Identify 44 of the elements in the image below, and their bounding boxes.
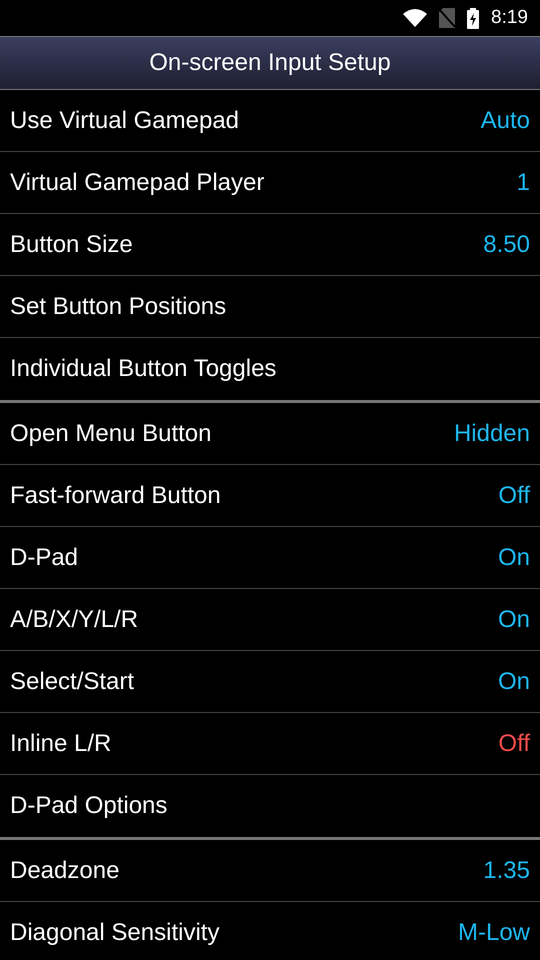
- setting-label: Open Menu Button: [10, 420, 212, 448]
- setting-value: Hidden: [454, 420, 530, 448]
- setting-value: On: [498, 668, 530, 696]
- setting-value: 1: [516, 168, 530, 196]
- settings-row[interactable]: Select/Start On: [0, 651, 540, 713]
- setting-label: A/B/X/Y/L/R: [10, 606, 138, 634]
- setting-label: Virtual Gamepad Player: [10, 168, 264, 196]
- status-time: 8:19: [491, 7, 528, 29]
- settings-row[interactable]: Virtual Gamepad Player 1: [0, 152, 540, 214]
- settings-row[interactable]: Fast-forward Button Off: [0, 465, 540, 527]
- setting-value: 1.35: [483, 856, 530, 884]
- setting-label: Deadzone: [10, 856, 120, 884]
- setting-label: Individual Button Toggles: [10, 355, 276, 383]
- setting-value: Auto: [480, 106, 530, 134]
- setting-value: M-Low: [458, 919, 530, 947]
- settings-row[interactable]: Inline L/R Off: [0, 713, 540, 775]
- settings-row[interactable]: Button Size 8.50: [0, 214, 540, 276]
- wifi-icon: [403, 9, 428, 27]
- setting-value: 8.50: [483, 230, 530, 258]
- setting-value: Off: [498, 730, 530, 758]
- setting-label: Diagonal Sensitivity: [10, 919, 220, 947]
- setting-label: Button Size: [10, 230, 133, 258]
- setting-value: On: [498, 544, 530, 572]
- settings-row[interactable]: Diagonal Sensitivity M-Low: [0, 902, 540, 960]
- setting-label: D-Pad Options: [10, 792, 168, 820]
- setting-value: On: [498, 606, 530, 634]
- no-sim-icon: [439, 8, 456, 28]
- setting-label: D-Pad: [10, 544, 78, 572]
- settings-row[interactable]: Use Virtual Gamepad Auto: [0, 90, 540, 152]
- settings-row[interactable]: D-Pad Options: [0, 775, 540, 837]
- setting-label: Inline L/R: [10, 730, 112, 758]
- settings-row[interactable]: Set Button Positions: [0, 276, 540, 338]
- setting-label: Select/Start: [10, 668, 134, 696]
- settings-row[interactable]: Open Menu Button Hidden: [0, 403, 540, 465]
- setting-label: Fast-forward Button: [10, 482, 221, 510]
- settings-row[interactable]: Individual Button Toggles: [0, 338, 540, 400]
- battery-charging-icon: [467, 8, 480, 28]
- settings-row[interactable]: Deadzone 1.35: [0, 840, 540, 902]
- settings-row[interactable]: A/B/X/Y/L/R On: [0, 589, 540, 651]
- screen-title: On-screen Input Setup: [149, 49, 391, 77]
- setting-label: Set Button Positions: [10, 292, 226, 320]
- setting-label: Use Virtual Gamepad: [10, 106, 240, 134]
- setting-value: Off: [498, 482, 530, 510]
- settings-row[interactable]: D-Pad On: [0, 527, 540, 589]
